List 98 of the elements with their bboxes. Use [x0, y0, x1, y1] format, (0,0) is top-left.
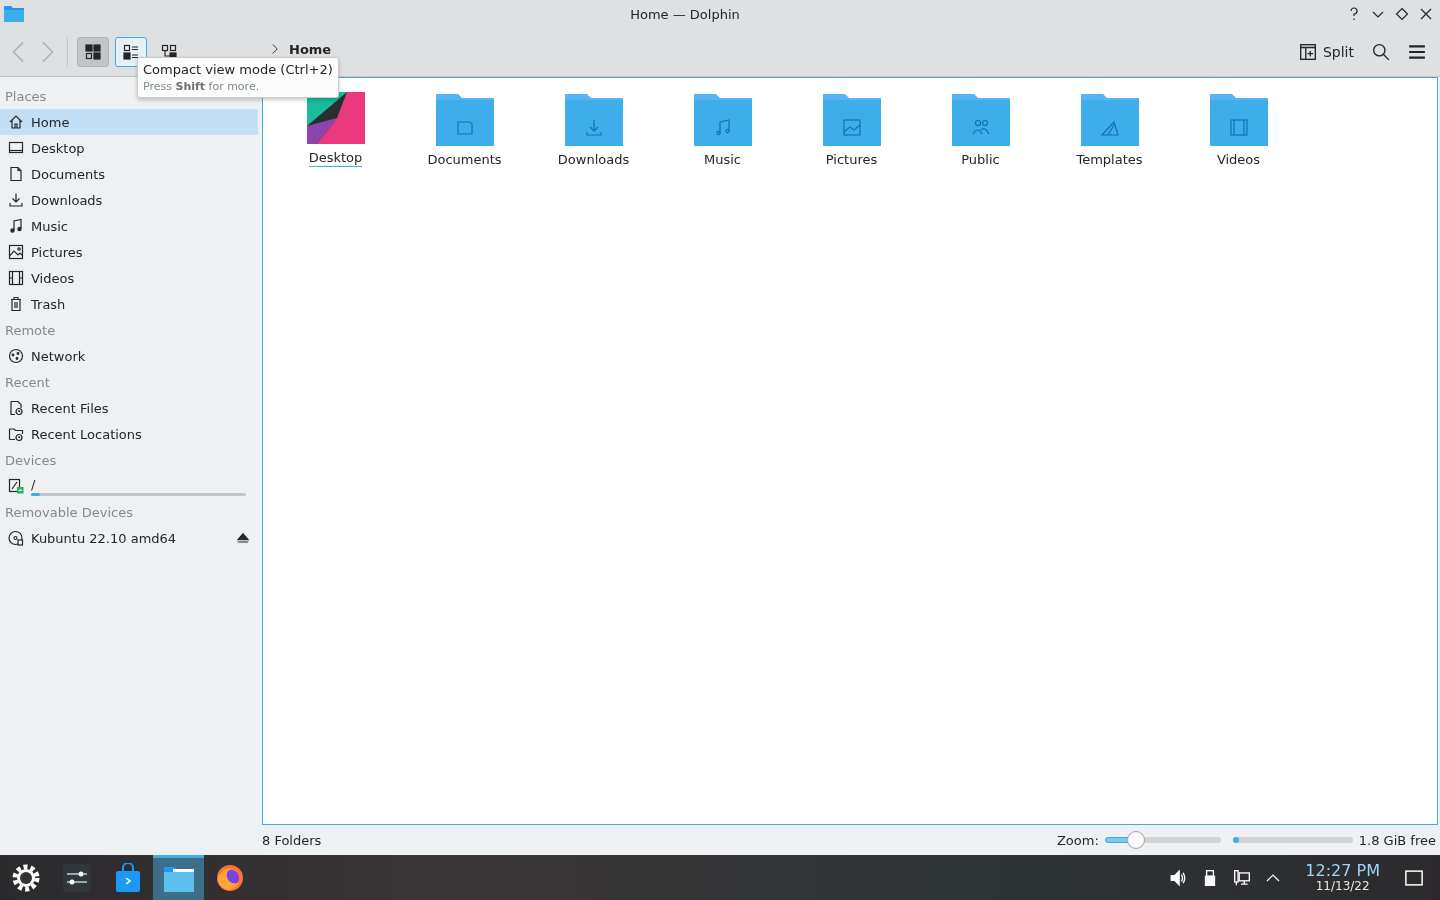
place-item[interactable]: Downloads [0, 187, 258, 213]
view-mode-button[interactable] [115, 37, 147, 67]
folder-item[interactable]: Pictures [787, 92, 916, 168]
folder-label: Downloads [557, 152, 630, 168]
slider-handle[interactable] [1127, 831, 1146, 849]
place-label: Network [31, 348, 86, 364]
folder-music-icon [693, 92, 752, 146]
folder-label: Templates [1076, 152, 1143, 168]
section-heading: Removable Devices [4, 503, 134, 522]
place-label: / [31, 476, 37, 492]
show-desktop-icon [1404, 867, 1424, 888]
place-label: Kubuntu 22.10 amd64 [31, 530, 177, 546]
folder-label: Public [961, 152, 1000, 168]
place-item[interactable]: Home [0, 109, 258, 135]
folder-label: Videos [1216, 152, 1261, 168]
place-item[interactable]: Kubuntu 22.10 amd64 [0, 525, 258, 551]
folder-label: Documents [427, 152, 502, 168]
network-monitor-icon [1233, 868, 1252, 887]
place-label: Videos [31, 270, 75, 286]
folder-download-icon [564, 92, 623, 146]
free-space-label: 1.8 GiB free [1358, 832, 1436, 848]
music-note-icon [8, 218, 24, 234]
close-icon [1418, 6, 1434, 22]
shopping-bag-icon [113, 862, 142, 893]
folder-icon [162, 865, 195, 893]
drive-icon [8, 478, 24, 494]
zoom-slider[interactable] [1104, 830, 1221, 850]
folder-label: Music [704, 152, 741, 168]
place-item[interactable]: / [0, 473, 258, 499]
place-item[interactable]: Trash [0, 291, 258, 317]
folder-label: Pictures [825, 152, 878, 168]
home-icon [8, 114, 24, 130]
tooltip-hint: Press Shift for more. [143, 80, 261, 93]
place-label: Pictures [31, 244, 83, 260]
folder-item[interactable]: Templates [1045, 92, 1174, 168]
disc-icon [8, 530, 24, 546]
place-label: Home [31, 114, 70, 130]
split-button[interactable]: Split [1292, 39, 1360, 65]
place-item[interactable]: Desktop [0, 135, 258, 161]
place-item[interactable]: Documents [0, 161, 258, 187]
place-label: Recent Files [31, 400, 109, 416]
film-icon [8, 270, 24, 286]
folder-label: Desktop [308, 150, 363, 167]
section-heading: Devices [4, 451, 58, 470]
search-icon [1372, 43, 1390, 61]
breadcrumb-link[interactable]: Home [289, 41, 332, 57]
folder-item[interactable]: Public [916, 92, 1045, 168]
tooltip-title: Compact view mode (Ctrl+2) [143, 62, 333, 77]
document-icon [8, 166, 24, 182]
status-summary: 8 Folders [262, 832, 322, 848]
place-item[interactable]: Music [0, 213, 258, 239]
folder-item[interactable]: Music [658, 92, 787, 168]
grid-view-icon [85, 44, 101, 60]
sliders-icon [62, 863, 91, 892]
place-item[interactable]: Recent Locations [0, 421, 258, 447]
section-heading: Remote [4, 321, 57, 340]
place-label: Music [31, 218, 68, 234]
folder-template-icon [1080, 92, 1139, 146]
speaker-icon [1169, 868, 1188, 887]
section-heading: Recent [4, 373, 51, 392]
place-label: Documents [31, 166, 106, 182]
compact-view-icon [123, 44, 139, 60]
maximize-icon [1394, 6, 1410, 22]
place-label: Trash [31, 296, 66, 312]
menu-icon [1408, 43, 1426, 61]
eject-icon [236, 531, 250, 545]
network-icon [8, 348, 24, 364]
place-item[interactable]: Videos [0, 265, 258, 291]
download-icon [8, 192, 24, 208]
place-item[interactable]: Recent Files [0, 395, 258, 421]
clock-time[interactable]: 12:27 PM [1305, 863, 1380, 879]
tree-view-icon [161, 44, 177, 60]
place-label: Recent Locations [31, 426, 142, 442]
gear-icon [10, 862, 41, 893]
place-item[interactable]: Network [0, 343, 258, 369]
folder-item[interactable]: Documents [400, 92, 529, 168]
document-clock-icon [8, 400, 24, 416]
trash-icon [8, 296, 24, 312]
zoom-label: Zoom: [1056, 832, 1099, 848]
place-label: Desktop [31, 140, 85, 156]
place-item[interactable]: Pictures [0, 239, 258, 265]
folder-item[interactable]: Downloads [529, 92, 658, 168]
folder-icon [4, 5, 24, 23]
folder-people-icon [951, 92, 1010, 146]
folder-clock-icon [8, 426, 24, 442]
folder-film-icon [1209, 92, 1268, 146]
section-heading: Places [4, 87, 48, 106]
split-view-icon [1298, 43, 1317, 61]
monitor-icon [8, 140, 24, 156]
window-title: Home — Dolphin [629, 6, 741, 22]
folder-item[interactable]: Videos [1174, 92, 1303, 168]
folder-document-icon [435, 92, 494, 146]
picture-icon [8, 244, 24, 260]
folder-picture-icon [822, 92, 881, 146]
place-label: Downloads [31, 192, 103, 208]
view-mode-button[interactable] [77, 37, 109, 67]
clock-date[interactable]: 11/13/22 [1315, 880, 1370, 892]
wallpaper-thumbnail-icon [306, 92, 365, 144]
